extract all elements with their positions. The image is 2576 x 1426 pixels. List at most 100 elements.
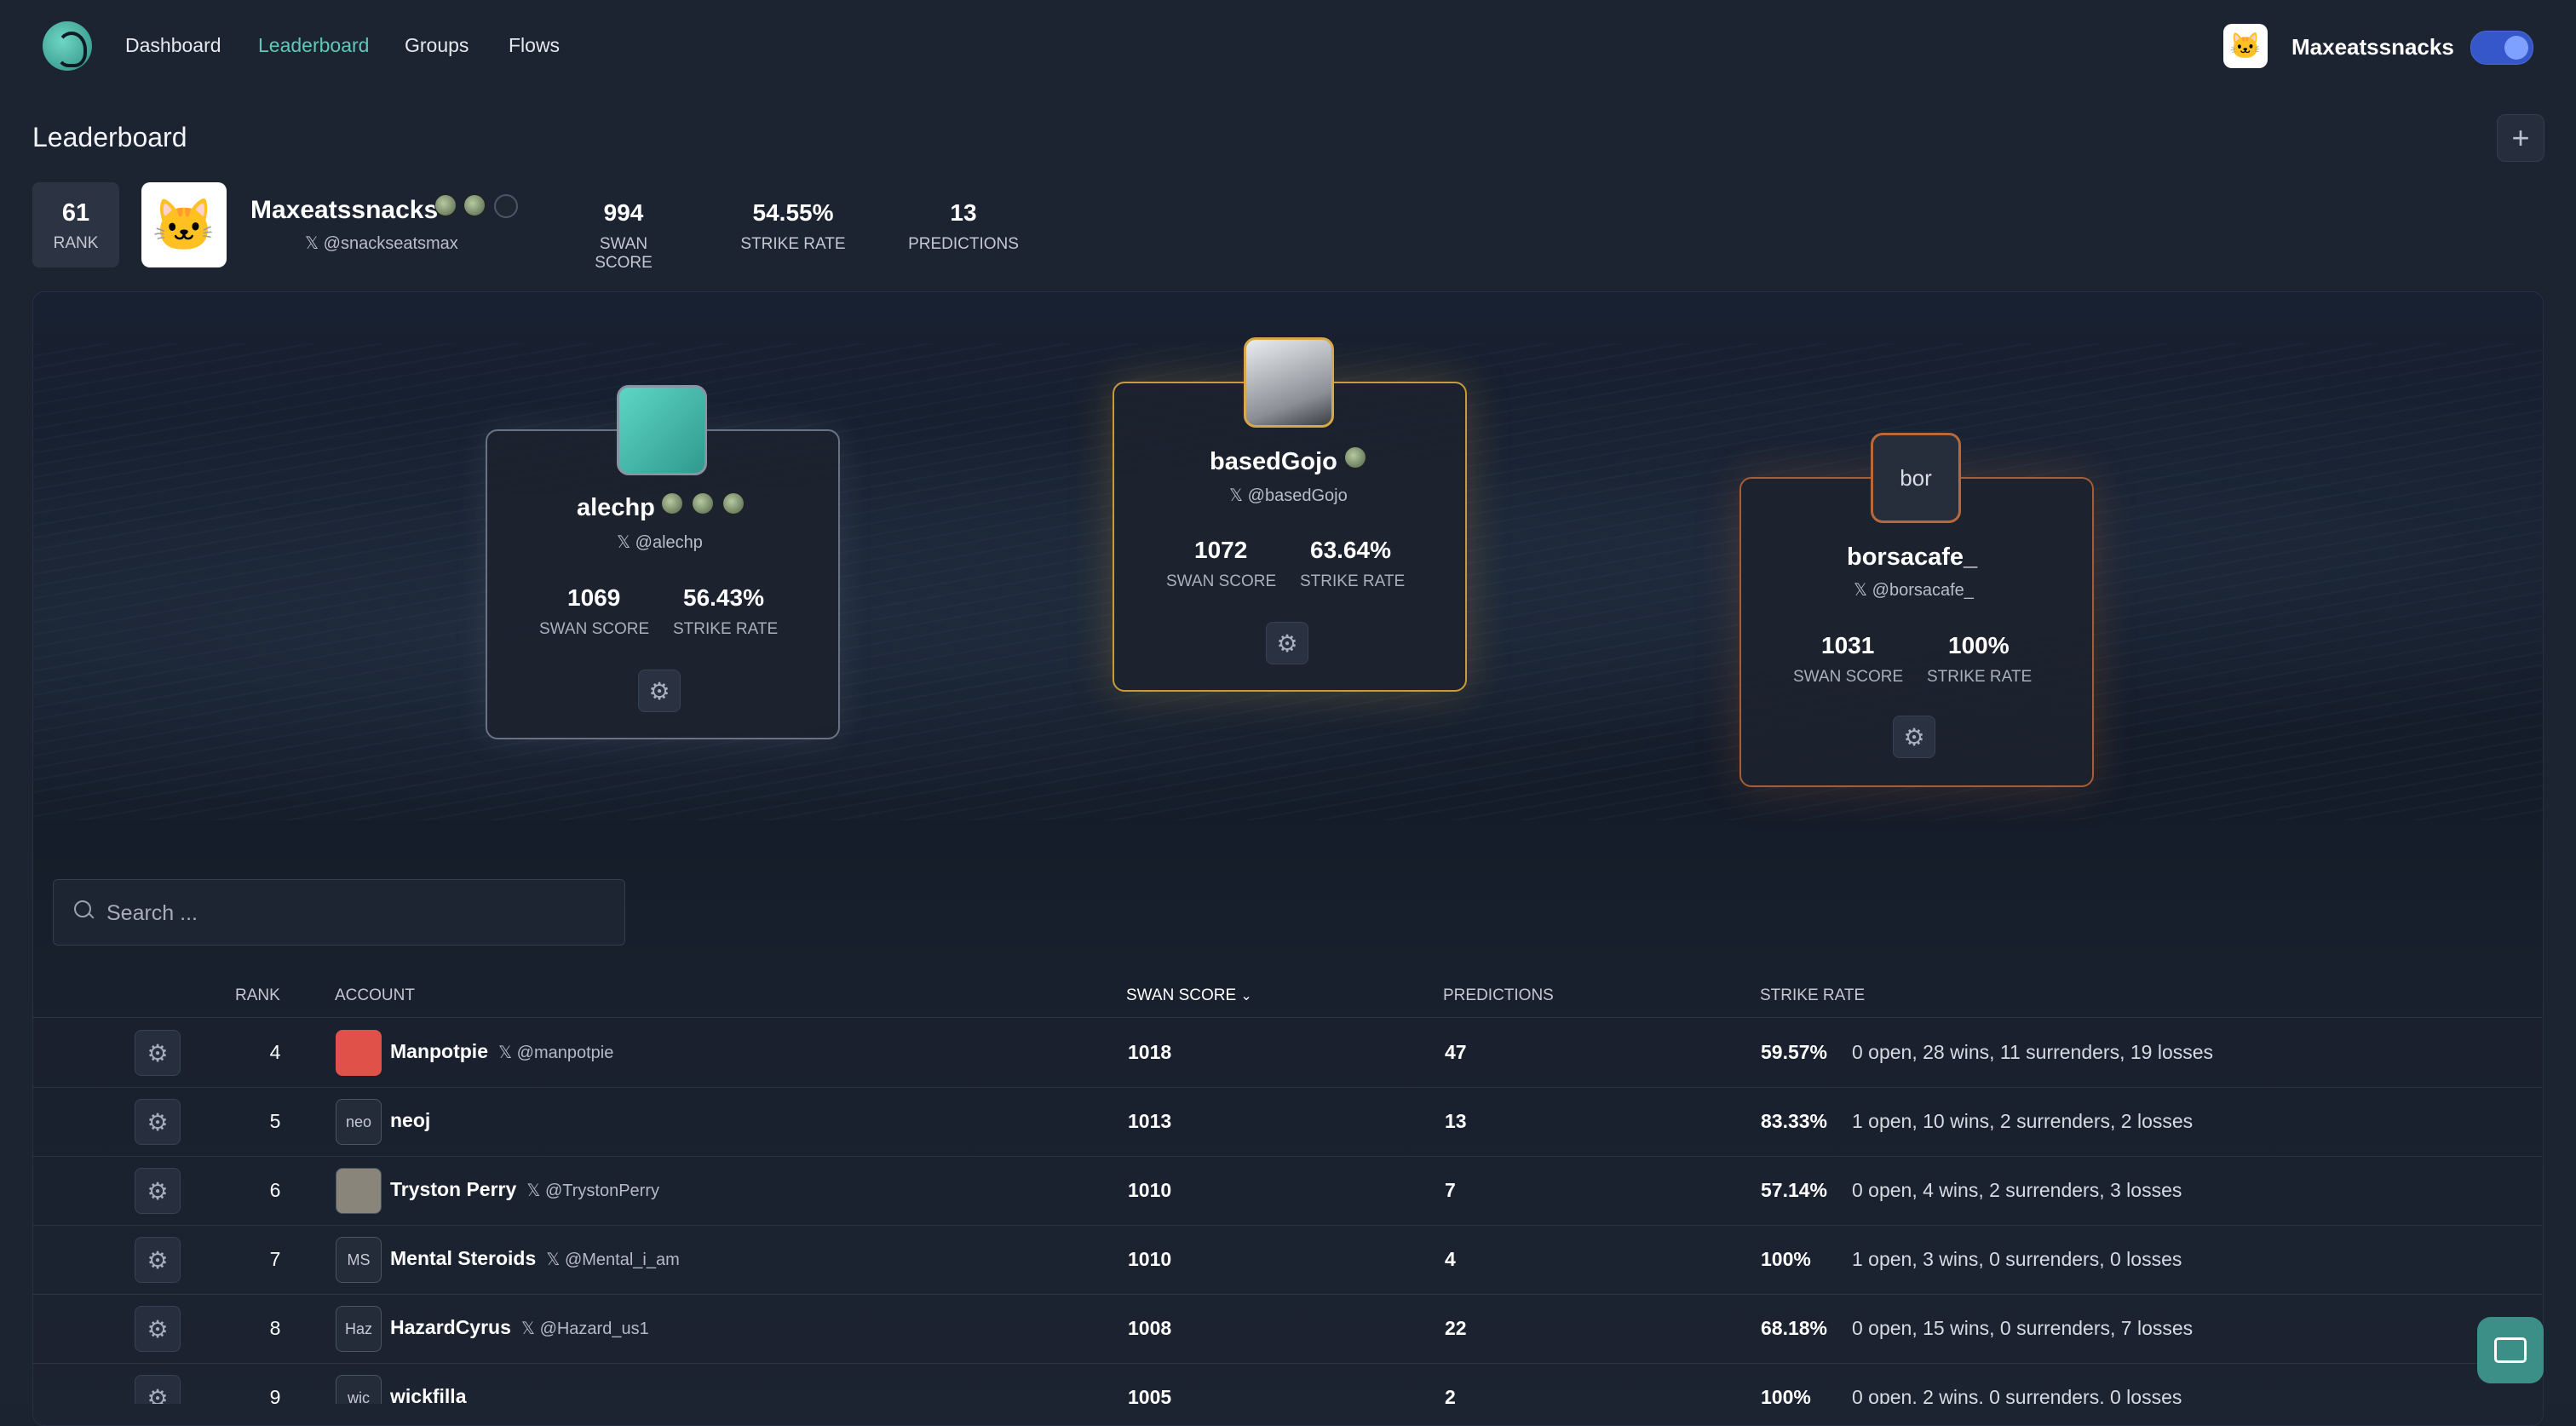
row-rate-detail: 0 open, 28 wins, 11 surrenders, 19 losse… [1852,1041,2214,1063]
row-avatar: neo [336,1099,382,1145]
nav-groups[interactable]: Groups [405,34,469,57]
podium-handle-text: @alechp [635,533,703,552]
col-swan-score[interactable]: SWAN SCORE ⌄ [1126,986,1252,1005]
row-account[interactable]: wickfilla [390,1385,466,1404]
row-handle-text: @Mental_i_am [564,1251,680,1269]
row-avatar: Haz [336,1306,382,1352]
badge-icon [463,194,486,216]
row-name: Manpotpie [390,1040,488,1062]
gear-icon[interactable]: ⚙ [135,1237,181,1283]
search-box[interactable] [53,879,625,946]
row-account[interactable]: Manpotpie 𝕏 @manpotpie [390,1040,613,1063]
nav-dashboard[interactable]: Dashboard [125,34,221,57]
user-name[interactable]: Maxeatssnacks [2291,34,2454,60]
my-rank-value: 61 [61,199,90,227]
search-input[interactable] [105,880,619,946]
x-icon: 𝕏 [498,1044,517,1062]
table-row[interactable]: ⚙ 6 Tryston Perry 𝕏 @TrystonPerry 1010 7 … [32,1156,2542,1226]
row-name: Mental Steroids [390,1247,537,1269]
table-row[interactable]: ⚙ 5 neo neoj 1013 13 83.33% 1 open, 10 w… [32,1087,2542,1157]
row-rank: 5 [269,1110,281,1132]
x-icon: 𝕏 [1229,486,1248,505]
app-frame: Dashboard Leaderboard Groups Flows 🐱 Max… [0,0,2576,1426]
podium-rate: 63.64% [1310,537,1391,563]
row-rate: 57.14% [1761,1179,1828,1201]
page-title: Leaderboard [32,122,187,152]
swan-logo-icon[interactable] [43,21,92,71]
row-predictions: 22 [1445,1317,1467,1339]
gear-icon[interactable]: ⚙ [1893,716,1935,758]
podium-score: 1072 [1194,537,1248,563]
row-rate-detail: 0 open, 4 wins, 2 surrenders, 3 losses [1852,1179,2182,1201]
x-icon: 𝕏 [617,533,635,552]
podium-handle-text: @borsacafe_ [1872,581,1974,600]
table-row[interactable]: ⚙ 7 MS Mental Steroids 𝕏 @Mental_i_am 101… [32,1225,2542,1295]
col-rank[interactable]: RANK [235,986,280,1005]
my-name: Maxeatssnacks [250,196,439,224]
col-strike-rate[interactable]: STRIKE RATE [1760,986,1865,1005]
stat-value: 13 [950,199,977,226]
podium-rate-label: STRIKE RATE [1927,668,2033,686]
row-handle: 𝕏 @manpotpie [498,1044,613,1062]
row-score: 1010 [1128,1248,1172,1270]
user-avatar[interactable]: 🐱 [2223,24,2268,68]
row-predictions: 47 [1445,1041,1467,1063]
row-account[interactable]: Mental Steroids 𝕏 @Mental_i_am [390,1247,680,1270]
row-rate: 68.18% [1761,1317,1828,1339]
my-handle: 𝕏 @snackseatsmax [305,233,458,254]
stat-label: PREDICTIONS [908,235,1019,253]
gear-icon[interactable]: ⚙ [135,1168,181,1214]
podium-name: borsacafe_ [1847,543,1978,571]
nav-leaderboard[interactable]: Leaderboard [258,34,369,57]
row-rank: 4 [269,1041,281,1063]
nav-flows[interactable]: Flows [509,34,560,57]
x-icon: 𝕏 [526,1182,545,1200]
gear-icon[interactable]: ⚙ [1266,622,1308,664]
theme-toggle[interactable] [2470,31,2533,65]
gear-icon[interactable]: ⚙ [638,670,681,712]
podium-avatar-first [1244,337,1334,428]
row-rate: 59.57% [1761,1041,1828,1063]
row-name: wickfilla [390,1385,467,1404]
row-rate-detail: 1 open, 3 wins, 0 surrenders, 0 losses [1852,1248,2182,1270]
top-nav: Dashboard Leaderboard Groups Flows 🐱 Max… [0,0,2576,94]
podium-handle: 𝕏 @alechp [617,532,703,553]
row-account[interactable]: neoj [390,1109,430,1132]
row-handle: 𝕏 @TrystonPerry [526,1182,659,1200]
podium-handle-text: @basedGojo [1247,486,1348,505]
row-predictions: 2 [1445,1386,1456,1404]
stat-label: SWAN SCORE [595,235,653,272]
row-rate: 100% [1761,1386,1811,1404]
chat-icon [2494,1337,2527,1363]
search-icon [74,900,91,917]
row-rank: 9 [269,1386,281,1404]
badge-icon [434,194,457,216]
my-rank-label: RANK [53,234,99,252]
gear-icon[interactable]: ⚙ [135,1375,181,1404]
row-score: 1018 [1128,1041,1172,1063]
col-account[interactable]: ACCOUNT [335,986,415,1005]
row-rate-detail: 1 open, 10 wins, 2 surrenders, 2 losses [1852,1110,2194,1132]
add-button[interactable]: + [2497,114,2544,162]
x-icon: 𝕏 [546,1251,565,1269]
table-row[interactable]: ⚙ 8 Haz HazardCyrus 𝕏 @Hazard_us1 1008 22… [32,1294,2542,1364]
gear-icon[interactable]: ⚙ [135,1099,181,1145]
table-row[interactable]: ⚙ 9 wic wickfilla 1005 2 100% 0 open, 2 … [32,1363,2542,1404]
table-row[interactable]: ⚙ 4 Manpotpie 𝕏 @manpotpie 1018 47 59.57%… [32,1018,2542,1088]
gear-icon[interactable]: ⚙ [135,1306,181,1352]
row-account[interactable]: HazardCyrus 𝕏 @Hazard_us1 [390,1316,649,1339]
row-rate: 83.33% [1761,1110,1828,1132]
podium-score-label: SWAN SCORE [1166,572,1277,590]
gear-icon[interactable]: ⚙ [135,1030,181,1076]
badge-icon [661,492,683,515]
badge-icon [692,492,714,515]
podium-rate: 56.43% [683,584,764,611]
row-score: 1008 [1128,1317,1172,1339]
row-handle-text: @manpotpie [516,1044,614,1062]
row-account[interactable]: Tryston Perry 𝕏 @TrystonPerry [390,1178,659,1201]
row-handle: 𝕏 @Mental_i_am [546,1251,679,1269]
row-score: 1010 [1128,1179,1172,1201]
chat-button[interactable] [2477,1317,2544,1383]
my-rank-box: 61 RANK [32,182,119,267]
col-predictions[interactable]: PREDICTIONS [1443,986,1554,1005]
